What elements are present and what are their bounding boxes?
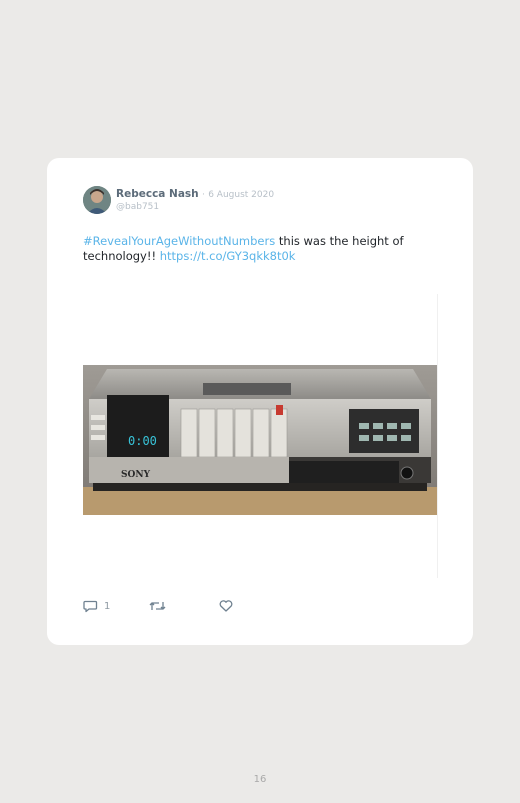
tweet-url-link[interactable]: https://t.co/GY3qkk8t0k xyxy=(160,249,296,263)
retweet-icon[interactable] xyxy=(149,600,166,612)
vcr-clock: 0:00 xyxy=(128,434,157,448)
tweet-text: #RevealYourAgeWithoutNumbers this was th… xyxy=(83,234,423,264)
like-icon[interactable] xyxy=(219,600,233,612)
reply-count: 1 xyxy=(104,601,111,612)
author-row: Rebecca Nash · 6 August 2020 xyxy=(116,188,274,200)
tweet-card: Rebecca Nash · 6 August 2020 @bab751 #Re… xyxy=(47,158,473,645)
page-number: 16 xyxy=(253,774,267,785)
author-handle[interactable]: @bab751 xyxy=(116,202,159,212)
separator: · xyxy=(201,190,205,200)
like-action[interactable] xyxy=(219,600,233,612)
avatar[interactable] xyxy=(83,186,111,214)
reply-action[interactable]: 1 xyxy=(83,600,110,613)
vcr-brand: SONY xyxy=(121,470,151,480)
author-name[interactable]: Rebecca Nash xyxy=(116,188,199,200)
hashtag-link[interactable]: #RevealYourAgeWithoutNumbers xyxy=(83,234,275,248)
media-frame[interactable]: 0:00 SONY xyxy=(83,294,438,578)
reply-icon[interactable] xyxy=(83,600,98,613)
tweet-actions: 1 xyxy=(83,600,283,618)
avatar-image xyxy=(83,186,111,214)
vcr-photo[interactable]: 0:00 SONY xyxy=(83,365,437,515)
tweet-date[interactable]: 6 August 2020 xyxy=(208,190,274,200)
retweet-action[interactable] xyxy=(149,600,166,612)
